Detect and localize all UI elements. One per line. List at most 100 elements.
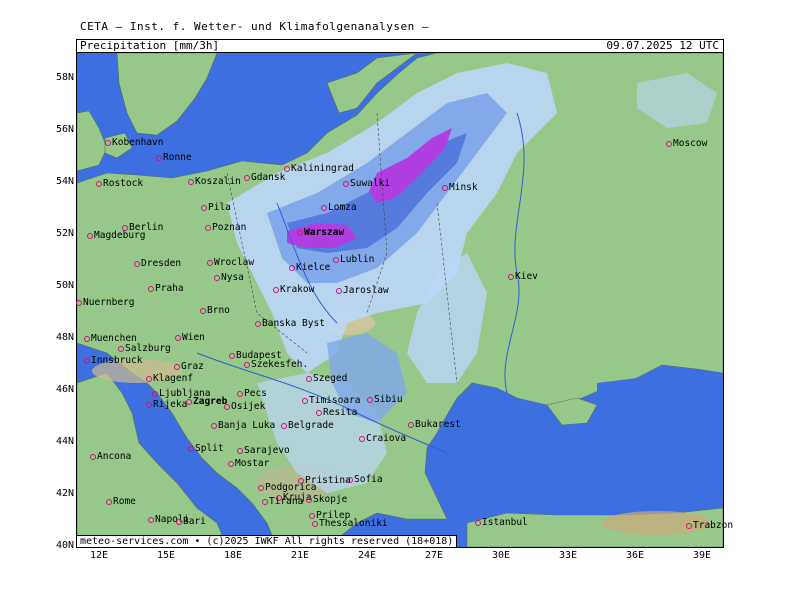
city-dot-icon [118, 345, 124, 352]
city-dot-icon [87, 232, 93, 239]
city-marker: Minsk [442, 182, 478, 193]
city-dot-icon [156, 154, 162, 161]
lon-label: 30E [491, 550, 511, 561]
city-marker: Lublin [333, 254, 374, 265]
city-dot-icon [237, 390, 243, 397]
city-marker: Wien [175, 332, 205, 343]
city-marker: Koszalin [188, 176, 241, 187]
precipitation-map: meteo-services.com • (c)2025 IWKF All ri… [76, 52, 724, 548]
city-dot-icon [105, 139, 111, 146]
city-dot-icon [205, 224, 211, 231]
city-dot-icon [442, 184, 448, 191]
city-dot-icon [359, 435, 365, 442]
city-marker: Klagenf [146, 373, 193, 384]
city-dot-icon [289, 264, 295, 271]
city-marker: Suwalki [343, 178, 390, 189]
city-dot-icon [188, 445, 194, 452]
city-marker: Innsbruck [84, 355, 142, 366]
city-marker: Sibiu [367, 394, 403, 405]
city-marker: Skopje [306, 494, 347, 505]
city-dot-icon [508, 273, 514, 280]
city-marker: Ronne [156, 152, 192, 163]
city-dot-icon [201, 204, 207, 211]
city-marker: Szekesfeh. [244, 359, 308, 370]
city-marker: Banja Luka [211, 420, 275, 431]
city-dot-icon [200, 307, 206, 314]
city-marker: Pila [201, 202, 231, 213]
city-dot-icon [146, 375, 152, 382]
lat-label: 58N [55, 72, 74, 83]
lon-label: 27E [424, 550, 444, 561]
city-marker: Szeged [306, 373, 347, 384]
city-dot-icon [96, 180, 102, 187]
city-marker: Craiova [359, 433, 406, 444]
city-marker: Kaliningrad [284, 163, 354, 174]
map-canvas [77, 53, 723, 547]
city-dot-icon [176, 518, 182, 525]
lat-label: 46N [55, 384, 74, 395]
city-marker: Mostar [228, 458, 269, 469]
city-marker: Pecs [237, 388, 267, 399]
city-dot-icon [302, 397, 308, 404]
lon-label: 18E [223, 550, 243, 561]
city-marker: Praha [148, 283, 184, 294]
city-dot-icon [175, 334, 181, 341]
city-marker: Bukarest [408, 419, 461, 430]
city-dot-icon [237, 447, 243, 454]
city-marker: Jaroslaw [336, 285, 389, 296]
lat-label: 54N [55, 176, 74, 187]
city-dot-icon [262, 498, 268, 505]
city-dot-icon [273, 286, 279, 293]
city-marker: Kobenhavn [105, 137, 163, 148]
lat-label: 42N [55, 488, 74, 499]
credit-footer: meteo-services.com • (c)2025 IWKF All ri… [77, 535, 458, 547]
lon-label: 33E [558, 550, 578, 561]
city-marker: Tirana [262, 496, 303, 507]
city-marker: Poznan [205, 222, 246, 233]
city-dot-icon [284, 165, 290, 172]
city-dot-icon [207, 259, 213, 266]
parameter-label: Precipitation [mm/3h] [80, 39, 220, 52]
city-dot-icon [224, 403, 230, 410]
city-dot-icon [214, 274, 220, 281]
city-dot-icon [321, 204, 327, 211]
city-dot-icon [258, 484, 264, 491]
city-marker: Sofia [347, 474, 383, 485]
city-marker: Banska Byst [255, 318, 325, 329]
city-dot-icon [146, 401, 152, 408]
city-marker: Graz [174, 361, 204, 372]
lat-label: 44N [55, 436, 74, 447]
city-dot-icon [297, 229, 303, 236]
city-dot-icon [84, 335, 90, 342]
lon-label: 15E [156, 550, 176, 561]
city-marker: Thessaloniki [312, 518, 388, 529]
lat-label: 56N [55, 124, 74, 135]
city-dot-icon [336, 287, 342, 294]
city-dot-icon [134, 260, 140, 267]
city-marker: Nysa [214, 272, 244, 283]
city-dot-icon [306, 375, 312, 382]
map-titlebar: Precipitation [mm/3h] 09.07.2025 12 UTC [76, 39, 724, 53]
city-marker: Split [188, 443, 224, 454]
lon-label: 24E [357, 550, 377, 561]
city-marker: Trabzon [686, 520, 733, 531]
city-marker: Kielce [289, 262, 330, 273]
city-marker: Resita [316, 407, 357, 418]
city-dot-icon [408, 421, 414, 428]
city-dot-icon [367, 396, 373, 403]
city-marker: Belgrade [281, 420, 334, 431]
city-dot-icon [188, 178, 194, 185]
city-marker: Warszaw [297, 227, 344, 238]
city-dot-icon [152, 390, 158, 397]
city-dot-icon [76, 299, 82, 306]
city-dot-icon [312, 520, 318, 527]
city-dot-icon [255, 320, 261, 327]
city-marker: Salzburg [118, 343, 171, 354]
city-dot-icon [244, 361, 250, 368]
city-dot-icon [148, 516, 154, 523]
city-dot-icon [306, 496, 312, 503]
lon-label: 12E [89, 550, 109, 561]
city-marker: Magdeburg [87, 230, 145, 241]
city-marker: Nuernberg [76, 297, 134, 308]
city-dot-icon [281, 422, 287, 429]
